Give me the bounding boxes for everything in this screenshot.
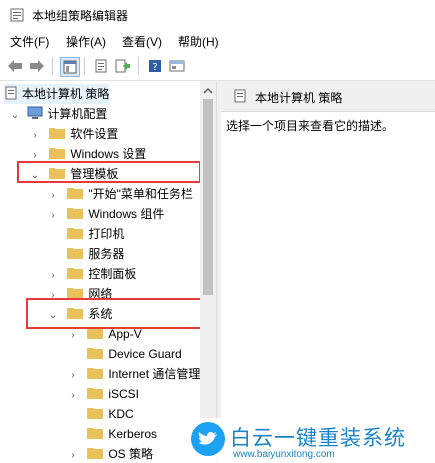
- tree-pane: 本地计算机 策略 ⌄ 计算机配置 › 软件设置 › Windows 设置 ⌄ 管…: [0, 81, 216, 463]
- chevron-down-icon[interactable]: ⌄: [10, 106, 20, 126]
- toolbar: ?: [0, 52, 435, 81]
- folder-icon: [67, 245, 84, 259]
- tree-item-label: 计算机配置: [47, 107, 108, 121]
- folder-icon: [67, 185, 84, 199]
- tree-item-device-guard[interactable]: Device Guard: [68, 344, 182, 364]
- tree-item-label: 软件设置: [70, 127, 119, 141]
- watermark: 白云一键重装系统 www.baiyunxitong.com: [188, 418, 435, 463]
- folder-icon: [67, 285, 84, 299]
- tree-item-printers[interactable]: 打印机: [48, 224, 124, 244]
- tree-scrollbar[interactable]: [200, 81, 216, 463]
- menu-help[interactable]: 帮助(H): [178, 33, 219, 50]
- show-tree-icon[interactable]: [60, 57, 80, 77]
- watermark-url: www.baiyunxitong.com: [233, 449, 335, 460]
- tree-item-label: Windows 设置: [70, 147, 147, 161]
- folder-icon: [67, 225, 84, 239]
- tree-item-server[interactable]: 服务器: [48, 244, 124, 264]
- tree-item-label: App-V: [108, 327, 142, 341]
- export-list-icon[interactable]: [114, 57, 132, 75]
- details-description: 选择一个项目来查看它的描述。: [226, 119, 395, 133]
- chevron-right-icon[interactable]: ›: [48, 206, 58, 226]
- properties-icon[interactable]: [92, 57, 110, 75]
- tree-item-start-menu[interactable]: › "开始"菜单和任务栏: [48, 184, 193, 204]
- svg-text:?: ?: [152, 62, 157, 73]
- details-header-title: 本地计算机 策略: [255, 91, 343, 105]
- tree-item-label: 控制面板: [88, 267, 137, 281]
- folder-icon: [87, 365, 104, 379]
- tree-item-label: 本地计算机 策略: [22, 87, 110, 101]
- folder-icon: [87, 385, 104, 399]
- back-arrow-icon[interactable]: [6, 57, 24, 75]
- tree-item-label: iSCSI: [108, 387, 140, 401]
- tree-item-os-policy[interactable]: › OS 策略: [68, 444, 153, 463]
- forward-arrow-icon[interactable]: [28, 57, 46, 75]
- title-bar: 本地组策略编辑器: [0, 0, 435, 30]
- tree-item-kdc[interactable]: KDC: [68, 404, 134, 424]
- tree-item-label: Internet 通信管理: [108, 367, 201, 381]
- tree-item-root[interactable]: 本地计算机 策略: [4, 84, 110, 106]
- highlight-box-system: [26, 298, 208, 329]
- watermark-brand: 白云一键重装系统: [230, 427, 406, 450]
- tree-item-software-settings[interactable]: › 软件设置: [30, 124, 118, 144]
- chevron-right-icon[interactable]: ›: [68, 366, 78, 386]
- menu-bar: 文件(F) 操作(A) 查看(V) 帮助(H): [0, 30, 435, 52]
- scroll-up-icon[interactable]: [203, 85, 213, 95]
- window-title: 本地组策略编辑器: [32, 9, 129, 23]
- tree-item-iscsi[interactable]: › iSCSI: [68, 384, 139, 404]
- details-pane: [221, 81, 435, 463]
- chevron-right-icon[interactable]: ›: [68, 386, 78, 406]
- tree-item-windows-components[interactable]: › Windows 组件: [48, 204, 164, 224]
- folder-icon: [87, 445, 104, 459]
- chevron-right-icon[interactable]: ›: [30, 126, 40, 146]
- tree-item-label: Kerberos: [108, 427, 158, 441]
- toolbar-separator: [84, 57, 85, 75]
- menu-file[interactable]: 文件(F): [10, 33, 49, 50]
- folder-icon: [67, 265, 84, 279]
- tree-item-label: KDC: [108, 407, 134, 421]
- tree-item-kerberos[interactable]: Kerberos: [68, 424, 157, 444]
- menu-view[interactable]: 查看(V): [122, 33, 162, 50]
- tree-item-label: 打印机: [88, 227, 125, 241]
- policy-icon: [4, 86, 18, 106]
- toolbar-separator: [138, 57, 139, 75]
- tree-item-internet-comm[interactable]: › Internet 通信管理: [68, 364, 200, 384]
- folder-icon: [87, 405, 104, 419]
- chevron-right-icon[interactable]: ›: [68, 446, 78, 463]
- folder-icon: [49, 125, 66, 139]
- tree-item-label: OS 策略: [108, 447, 154, 461]
- chevron-right-icon[interactable]: ›: [48, 186, 58, 206]
- folder-icon: [67, 205, 84, 219]
- tree-item-label: "开始"菜单和任务栏: [88, 187, 193, 201]
- app-icon: [10, 8, 24, 22]
- computer-icon: [27, 106, 43, 126]
- help-icon[interactable]: ?: [146, 57, 164, 75]
- twitter-bird-icon: [190, 421, 226, 460]
- policy-icon: [233, 89, 247, 106]
- tree-item-control-panel[interactable]: › 控制面板: [48, 264, 136, 284]
- folder-icon: [87, 425, 104, 439]
- details-header: 本地计算机 策略: [221, 81, 435, 112]
- chevron-right-icon[interactable]: ›: [68, 326, 78, 346]
- chevron-right-icon[interactable]: ›: [48, 266, 58, 286]
- tree-item-computer-config[interactable]: ⌄ 计算机配置: [10, 104, 107, 124]
- folder-icon: [87, 345, 104, 359]
- toolbar-separator: [52, 57, 53, 75]
- tree-item-label: Windows 组件: [88, 207, 165, 221]
- tree-item-label: Device Guard: [108, 347, 182, 361]
- scrollbar-thumb[interactable]: [203, 99, 213, 295]
- highlight-box-admin-templates: [17, 161, 201, 183]
- tree-item-label: 服务器: [88, 247, 125, 261]
- menu-action[interactable]: 操作(A): [66, 33, 106, 50]
- filter-view-icon[interactable]: [168, 57, 186, 75]
- folder-icon: [49, 145, 66, 159]
